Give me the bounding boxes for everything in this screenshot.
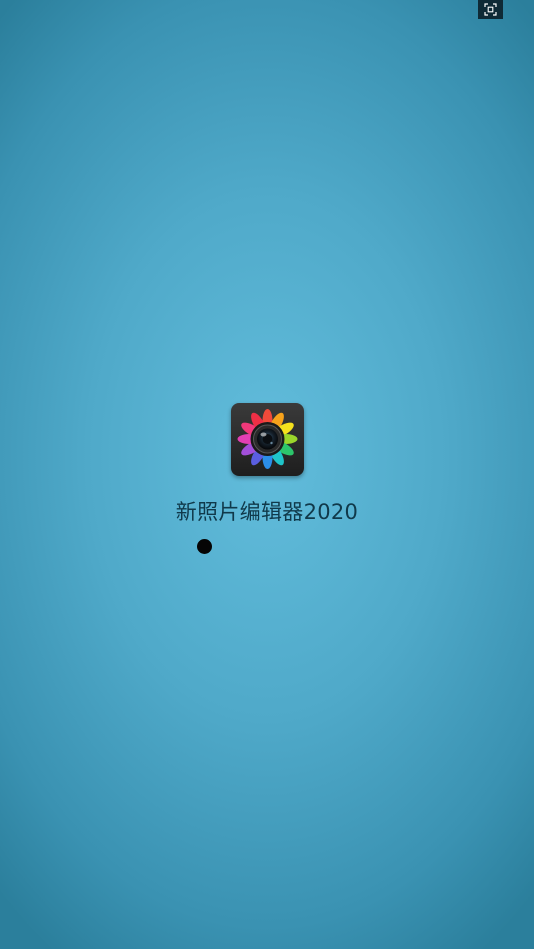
loading-indicator bbox=[197, 539, 212, 554]
camera-lens-flower-icon bbox=[237, 409, 298, 469]
app-title: 新照片编辑器2020 bbox=[175, 500, 359, 524]
screenshot-button[interactable] bbox=[478, 0, 503, 19]
app-logo bbox=[231, 403, 304, 476]
screenshot-frame-icon bbox=[484, 3, 497, 16]
